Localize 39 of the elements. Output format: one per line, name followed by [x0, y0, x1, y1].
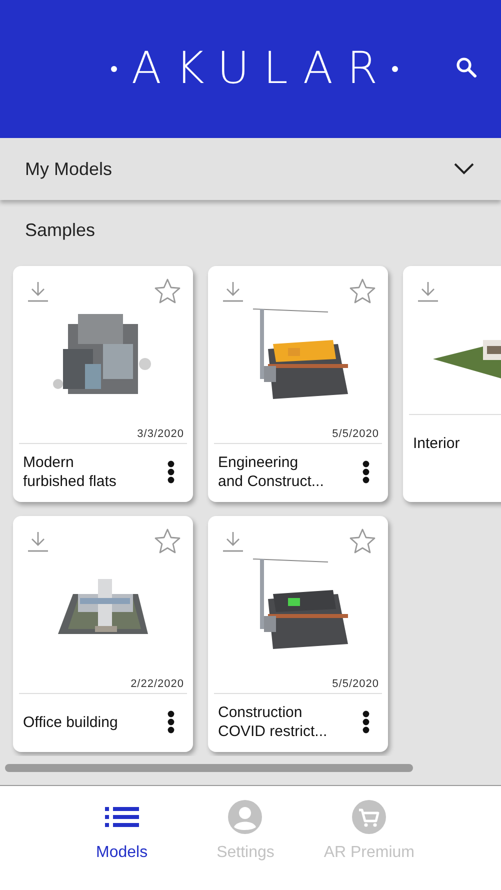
search-button[interactable] [455, 56, 477, 78]
star-icon[interactable] [349, 528, 376, 554]
model-title: Modern furbished flats [23, 453, 118, 491]
model-card[interactable]: 3/3/2020 Modern furbished flats [13, 266, 193, 502]
search-icon [455, 56, 477, 78]
more-icon[interactable] [167, 710, 175, 734]
download-icon[interactable] [27, 530, 49, 552]
model-title: Engineering and Construct... [218, 453, 325, 491]
download-icon[interactable] [27, 280, 49, 302]
section-title: Samples [24, 219, 96, 242]
date-label: 2/22/2020 [130, 678, 185, 692]
model-card[interactable]: 2/22/2020 Office building [13, 516, 193, 752]
nav-tab[interactable]: Models [60, 786, 184, 890]
model-title: Interior [413, 434, 461, 452]
model-title: Office building [23, 712, 119, 732]
model-card[interactable]: 5/5/2020 Engineering and Construct... [208, 266, 388, 502]
more-icon[interactable] [362, 710, 370, 734]
download-icon[interactable] [222, 530, 244, 552]
star-icon[interactable] [154, 278, 181, 304]
scrollbar[interactable] [5, 764, 413, 772]
cart-icon [352, 800, 386, 834]
models-dropdown[interactable]: My Models [0, 138, 501, 200]
chevron-icon [453, 162, 475, 176]
download-icon[interactable] [417, 280, 439, 302]
model-card[interactable]: Interior [403, 266, 501, 502]
star-icon[interactable] [154, 528, 181, 554]
logo: AKULAR [131, 47, 392, 91]
model-title: Construction COVID restrict... [218, 703, 328, 741]
date-label: 5/5/2020 [331, 428, 380, 442]
more-icon[interactable] [362, 460, 370, 484]
person-icon [228, 800, 262, 834]
model-card[interactable]: 5/5/2020 Construction COVID restrict... [208, 516, 388, 752]
logo-dot-icon [111, 66, 118, 72]
star-icon[interactable] [349, 278, 376, 304]
logo-dot-icon [392, 66, 398, 72]
date-label: 5/5/2020 [331, 678, 380, 692]
more-icon[interactable] [167, 460, 175, 484]
download-icon[interactable] [222, 280, 244, 302]
date-label: 3/3/2020 [136, 428, 185, 442]
